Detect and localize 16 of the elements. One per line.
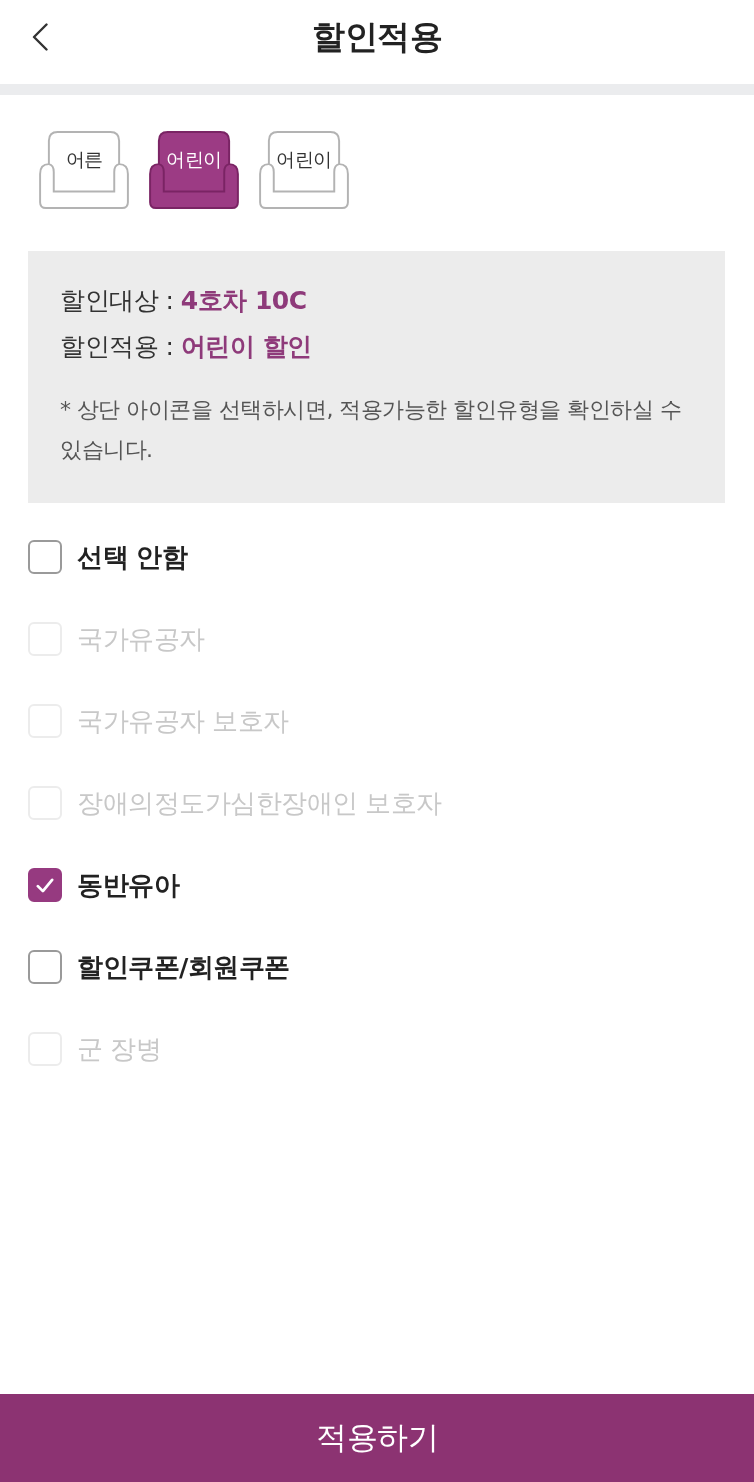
info-line: 할인적용 : 어린이 할인 <box>60 331 313 363</box>
option-label: 동반유아 <box>77 869 179 902</box>
seat-tab[interactable]: 어른 <box>37 130 131 210</box>
seat-tab[interactable]: 어린이 <box>147 130 241 210</box>
checkbox[interactable] <box>28 540 62 574</box>
checkbox[interactable] <box>28 950 62 984</box>
info-note: * 상단 아이콘을 선택하시면, 적용가능한 할인유형을 확인하실 수 있습니다. <box>60 396 683 464</box>
info-line: 할인대상 : 4호차 10C <box>60 285 308 317</box>
page-title: 할인적용 <box>312 16 442 58</box>
checkbox[interactable] <box>28 868 62 902</box>
apply-button[interactable]: 적용하기 <box>0 1394 754 1482</box>
seat-tab[interactable]: 어린이 <box>257 130 351 210</box>
option-label: 할인쿠폰/회원쿠폰 <box>77 951 290 984</box>
check-icon <box>36 877 54 893</box>
back-icon <box>32 23 48 51</box>
option-label: 선택 안함 <box>77 541 188 574</box>
